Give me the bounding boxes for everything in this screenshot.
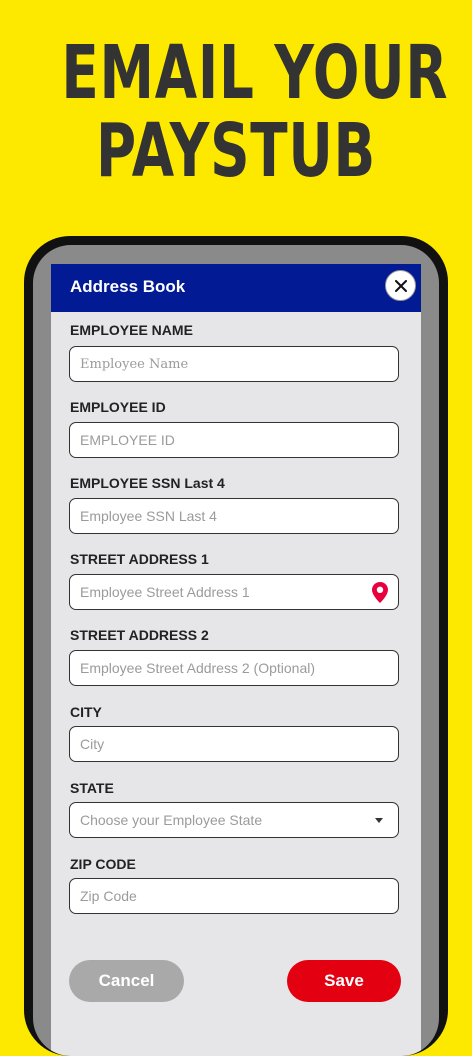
- state-placeholder: Choose your Employee State: [80, 812, 263, 828]
- employee-id-placeholder: EMPLOYEE ID: [80, 432, 175, 448]
- location-pin-icon[interactable]: [371, 581, 389, 604]
- employee-name-placeholder: Employee Name: [80, 357, 189, 372]
- headline-line-1: EMAIL YOUR: [61, 30, 449, 116]
- modal-header: Address Book: [51, 264, 421, 312]
- employee-id-label: EMPLOYEE ID: [70, 399, 166, 415]
- close-icon: [394, 279, 407, 292]
- employee-id-field[interactable]: EMPLOYEE ID: [69, 422, 399, 458]
- save-button[interactable]: Save: [287, 960, 401, 1002]
- zip-code-field[interactable]: Zip Code: [69, 878, 399, 914]
- city-field[interactable]: City: [69, 726, 399, 762]
- phone-frame: Address Book EMPLOYEE NAME Employee Name…: [24, 236, 448, 1056]
- employee-name-field[interactable]: Employee Name: [69, 346, 399, 382]
- zip-code-placeholder: Zip Code: [80, 888, 137, 904]
- employee-ssn-placeholder: Employee SSN Last 4: [80, 508, 217, 524]
- modal-title: Address Book: [70, 277, 186, 296]
- employee-name-label: EMPLOYEE NAME: [70, 322, 193, 338]
- state-select[interactable]: Choose your Employee State: [69, 802, 399, 838]
- street-address-2-placeholder: Employee Street Address 2 (Optional): [80, 660, 316, 676]
- employee-ssn-label: EMPLOYEE SSN Last 4: [70, 475, 225, 491]
- promo-headline: EMAIL YOUR PAYSTUB: [61, 30, 449, 194]
- city-placeholder: City: [80, 736, 105, 752]
- street-address-1-field[interactable]: Employee Street Address 1: [69, 574, 399, 610]
- state-label: STATE: [70, 780, 114, 796]
- phone-screen: Address Book EMPLOYEE NAME Employee Name…: [33, 245, 439, 1056]
- cancel-button[interactable]: Cancel: [69, 960, 184, 1002]
- street-address-2-field[interactable]: Employee Street Address 2 (Optional): [69, 650, 399, 686]
- street-address-1-label: STREET ADDRESS 1: [70, 551, 209, 567]
- employee-ssn-field[interactable]: Employee SSN Last 4: [69, 498, 399, 534]
- street-address-2-label: STREET ADDRESS 2: [70, 627, 209, 643]
- chevron-down-icon: [375, 818, 383, 823]
- city-label: CITY: [70, 704, 102, 720]
- headline-line-2: PAYSTUB: [95, 108, 377, 194]
- zip-code-label: ZIP CODE: [70, 856, 136, 872]
- address-book-modal: Address Book EMPLOYEE NAME Employee Name…: [51, 264, 421, 1056]
- street-address-1-placeholder: Employee Street Address 1: [80, 584, 250, 600]
- close-button[interactable]: [385, 270, 416, 301]
